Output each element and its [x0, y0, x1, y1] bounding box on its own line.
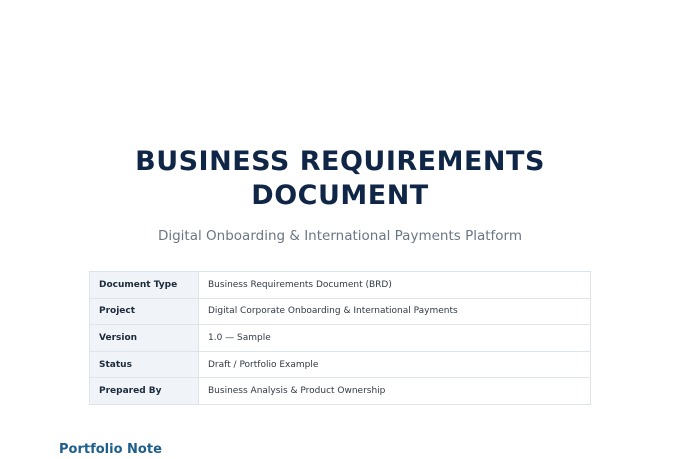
row-value: Draft / Portfolio Example: [198, 350, 591, 379]
row-label: Document Type: [89, 271, 199, 299]
table-row-status: Status Draft / Portfolio Example: [89, 350, 591, 379]
row-value: Digital Corporate Onboarding & Internati…: [198, 297, 591, 326]
section-heading-portfolio-note: Portfolio Note: [59, 442, 162, 457]
row-value: 1.0 — Sample: [198, 324, 591, 352]
document-title-line-2: DOCUMENT: [251, 180, 429, 211]
table-row-project: Project Digital Corporate Onboarding & I…: [89, 297, 591, 326]
row-label: Project: [89, 297, 199, 326]
row-value: Business Analysis & Product Ownership: [198, 377, 591, 405]
document-title: BUSINESS REQUIREMENTS DOCUMENT: [0, 145, 680, 213]
row-label: Prepared By: [89, 377, 199, 405]
document-subtitle: Digital Onboarding & International Payme…: [157, 228, 523, 244]
document-info-table: Document Type Business Requirements Docu…: [89, 271, 591, 405]
document-title-line-1: BUSINESS REQUIREMENTS: [135, 146, 545, 177]
row-value: Business Requirements Document (BRD): [198, 271, 591, 299]
table-row-version: Version 1.0 — Sample: [89, 324, 591, 352]
row-label: Version: [89, 324, 199, 352]
table-row-prepared-by: Prepared By Business Analysis & Product …: [89, 377, 591, 405]
row-label: Status: [89, 350, 199, 379]
table-row-document-type: Document Type Business Requirements Docu…: [89, 271, 591, 299]
